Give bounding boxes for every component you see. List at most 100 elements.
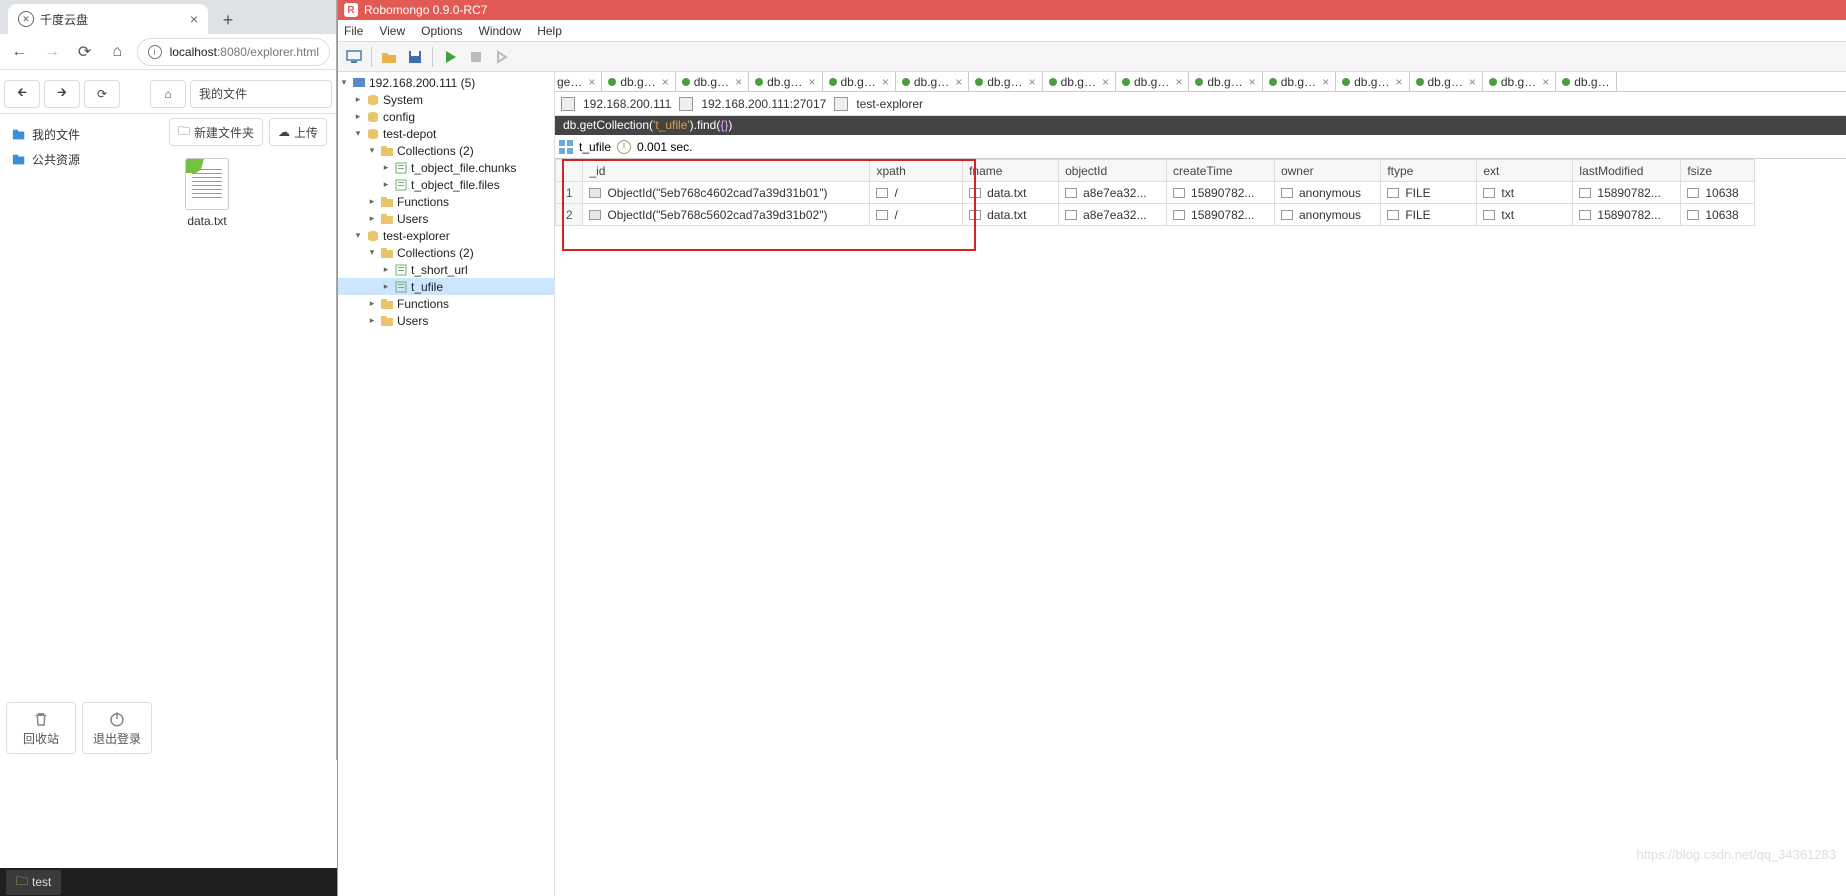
close-icon[interactable]: × — [1469, 75, 1476, 89]
cell-lastmodified[interactable]: 15890782... — [1573, 182, 1681, 204]
cell-ftype[interactable]: FILE — [1381, 182, 1477, 204]
tree-users[interactable]: ▸Users — [338, 210, 554, 227]
connect-button[interactable] — [342, 45, 366, 69]
cell-owner[interactable]: anonymous — [1274, 204, 1380, 226]
tree-collections-2[interactable]: ▾Collections (2) — [338, 244, 554, 261]
query-tab[interactable]: db.g…× — [1189, 72, 1262, 92]
execute-button[interactable] — [438, 45, 462, 69]
cell-owner[interactable]: anonymous — [1274, 182, 1380, 204]
close-icon[interactable]: × — [882, 75, 889, 89]
query-tab[interactable]: ge…× — [555, 72, 602, 92]
cell-fsize[interactable]: 10638 — [1681, 204, 1755, 226]
menu-help[interactable]: Help — [537, 24, 562, 38]
query-tab[interactable]: db.g…× — [749, 72, 822, 92]
window-titlebar[interactable]: R Robomongo 0.9.0-RC7 — [338, 0, 1846, 20]
table-row[interactable]: 2ObjectId("5eb768c5602cad7a39d31b02")/da… — [556, 204, 1755, 226]
col-ftype[interactable]: ftype — [1381, 160, 1477, 182]
close-icon[interactable]: × — [1249, 75, 1256, 89]
query-tab[interactable]: db.g…× — [823, 72, 896, 92]
open-button[interactable] — [377, 45, 401, 69]
query-tab[interactable]: db.g…× — [896, 72, 969, 92]
trash-button[interactable]: 回收站 — [6, 702, 76, 754]
query-tab[interactable]: db.g…× — [1410, 72, 1483, 92]
cell-createtime[interactable]: 15890782... — [1167, 182, 1275, 204]
close-icon[interactable]: × — [1322, 75, 1329, 89]
close-icon[interactable]: × — [662, 75, 669, 89]
close-icon[interactable]: × — [735, 75, 742, 89]
back-button[interactable]: ← — [6, 38, 33, 66]
col-owner[interactable]: owner — [1274, 160, 1380, 182]
tree-coll-chunks[interactable]: ▸t_object_file.chunks — [338, 159, 554, 176]
col-fsize[interactable]: fsize — [1681, 160, 1755, 182]
cell-fname[interactable]: data.txt — [963, 182, 1059, 204]
query-tab[interactable]: db.g…× — [1336, 72, 1409, 92]
menu-view[interactable]: View — [379, 24, 405, 38]
cell-ext[interactable]: txt — [1477, 204, 1573, 226]
cell-createtime[interactable]: 15890782... — [1167, 204, 1275, 226]
tree-coll-tufile[interactable]: ▸t_ufile — [338, 278, 554, 295]
col-id[interactable]: _id — [583, 160, 870, 182]
taskbar-item[interactable]: 🗀 test — [6, 870, 61, 895]
cell-objectid[interactable]: a8e7ea32... — [1059, 182, 1167, 204]
query-editor[interactable]: db.getCollection('t_ufile').find({}) — [555, 116, 1846, 135]
tree-functions-2[interactable]: ▸Functions — [338, 295, 554, 312]
save-button[interactable] — [403, 45, 427, 69]
logout-button[interactable]: 退出登录 — [82, 702, 152, 754]
tree-functions[interactable]: ▸Functions — [338, 193, 554, 210]
query-tab[interactable]: db.g…× — [1116, 72, 1189, 92]
rotate-button[interactable] — [490, 45, 514, 69]
tree-server[interactable]: ▾192.168.200.111 (5) — [338, 74, 554, 91]
close-icon[interactable]: × — [1029, 75, 1036, 89]
menu-options[interactable]: Options — [421, 24, 462, 38]
close-icon[interactable]: × — [955, 75, 962, 89]
info-icon[interactable]: i — [148, 45, 162, 59]
cell-xpath[interactable]: / — [870, 182, 963, 204]
reload-button[interactable]: ⟳ — [71, 38, 98, 66]
tree-db-config[interactable]: ▸config — [338, 108, 554, 125]
tree-coll-tshort[interactable]: ▸t_short_url — [338, 261, 554, 278]
col-createtime[interactable]: createTime — [1167, 160, 1275, 182]
query-tab[interactable]: db.g…× — [1263, 72, 1336, 92]
close-icon[interactable]: × — [1175, 75, 1182, 89]
tree-db-depot[interactable]: ▾test-depot — [338, 125, 554, 142]
forward-button[interactable]: → — [39, 38, 66, 66]
browser-tab[interactable]: ✕ 千度云盘 × — [8, 4, 208, 34]
close-icon[interactable]: × — [190, 11, 198, 27]
query-tab[interactable]: db.g…× — [969, 72, 1042, 92]
menu-file[interactable]: File — [344, 24, 363, 38]
tree-coll-files[interactable]: ▸t_object_file.files — [338, 176, 554, 193]
sidebar-item-public[interactable]: 公共资源 — [4, 147, 161, 172]
tree-db-explorer[interactable]: ▾test-explorer — [338, 227, 554, 244]
query-tab[interactable]: db.g…× — [1483, 72, 1556, 92]
tree-collections[interactable]: ▾Collections (2) — [338, 142, 554, 159]
query-tab[interactable]: db.g… — [1556, 72, 1616, 92]
breadcrumb[interactable]: 我的文件 — [190, 80, 332, 108]
menu-window[interactable]: Window — [479, 24, 522, 38]
close-icon[interactable]: × — [808, 75, 815, 89]
col-ext[interactable]: ext — [1477, 160, 1573, 182]
result-grid[interactable]: _id xpath fname objectId createTime owne… — [555, 159, 1846, 896]
col-objectid[interactable]: objectId — [1059, 160, 1167, 182]
tree-users-2[interactable]: ▸Users — [338, 312, 554, 329]
table-row[interactable]: 1ObjectId("5eb768c4602cad7a39d31b01")/da… — [556, 182, 1755, 204]
query-tab[interactable]: db.g…× — [676, 72, 749, 92]
col-xpath[interactable]: xpath — [870, 160, 963, 182]
new-folder-button[interactable]: 🗀 新建文件夹 — [169, 118, 263, 146]
nav-home-button[interactable]: ⌂ — [150, 80, 186, 108]
close-icon[interactable]: × — [588, 75, 595, 89]
nav-refresh-button[interactable]: ⟳ — [84, 80, 120, 108]
cell-lastmodified[interactable]: 15890782... — [1573, 204, 1681, 226]
cell-ftype[interactable]: FILE — [1381, 204, 1477, 226]
col-fname[interactable]: fname — [963, 160, 1059, 182]
close-icon[interactable]: × — [1102, 75, 1109, 89]
col-lastmodified[interactable]: lastModified — [1573, 160, 1681, 182]
query-tab[interactable]: db.g…× — [602, 72, 675, 92]
stop-button[interactable] — [464, 45, 488, 69]
cell-xpath[interactable]: / — [870, 204, 963, 226]
cell-id[interactable]: ObjectId("5eb768c5602cad7a39d31b02") — [583, 204, 870, 226]
query-tab[interactable]: db.g…× — [1043, 72, 1116, 92]
cell-ext[interactable]: txt — [1477, 182, 1573, 204]
sidebar-item-myfiles[interactable]: 我的文件 — [4, 122, 161, 147]
nav-forward-button[interactable]: 🡲 — [44, 80, 80, 108]
upload-button[interactable]: ☁ 上传 — [269, 118, 327, 146]
